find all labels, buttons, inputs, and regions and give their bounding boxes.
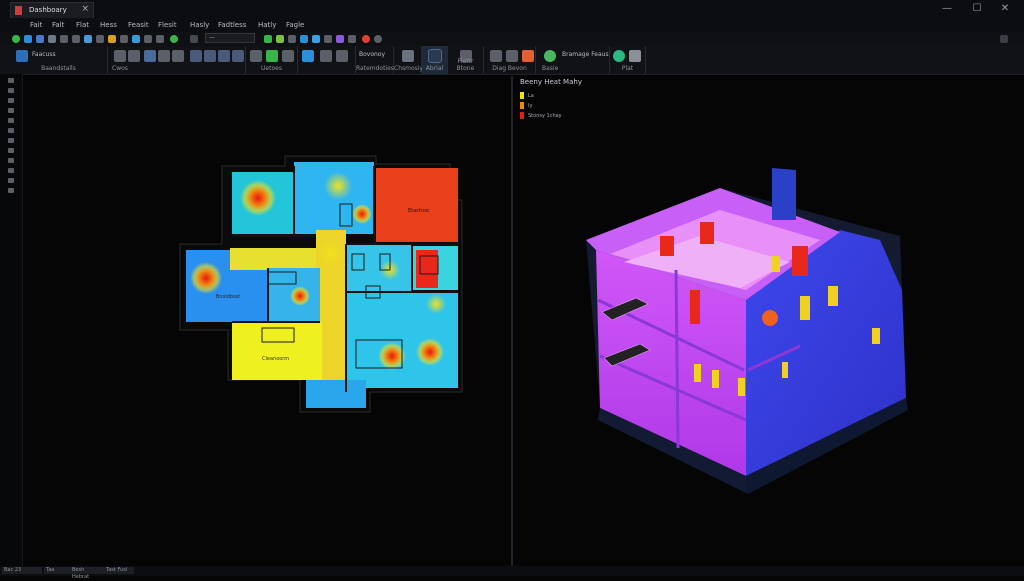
status-item[interactable]: Taa: [44, 567, 70, 574]
status-item[interactable]: Bac 23: [2, 567, 42, 574]
legend-entry: La: [520, 92, 534, 99]
legend-label: Iy: [528, 103, 533, 109]
status-item[interactable]: Tast Fusl: [104, 567, 134, 574]
heat-spot: [416, 338, 444, 366]
heat-spot: [190, 262, 222, 294]
legend-label: Stonsy 1chay: [528, 113, 562, 119]
status-item[interactable]: Besh Hebrat: [70, 567, 104, 580]
status-bar: Bac 23 Taa Besh Hebrat Tast Fusl: [0, 566, 1024, 580]
building-3d-view[interactable]: [586, 168, 908, 494]
heat-spot: [316, 240, 344, 268]
viewport-divider[interactable]: [511, 76, 513, 566]
chimney: [772, 168, 796, 220]
heat-spot-3d: [762, 310, 778, 326]
heat-spot: [290, 286, 310, 306]
legend-entry: Stonsy 1chay: [520, 112, 562, 119]
heat-spot: [240, 180, 276, 216]
legend-label: La: [528, 93, 534, 99]
room-hot[interactable]: [376, 168, 458, 242]
legend-swatch: [520, 92, 524, 99]
legend-title: Beeny Heat Mahy: [520, 78, 582, 86]
heat-spot: [426, 294, 446, 314]
room-bottom[interactable]: [306, 380, 366, 408]
heat-spot: [324, 172, 352, 200]
legend-swatch: [520, 102, 524, 109]
room-label: Etastroo: [408, 208, 429, 214]
legend-swatch: [520, 112, 524, 119]
room-label: Bnsldbsst: [216, 294, 240, 300]
room-bottomleft[interactable]: [232, 322, 322, 380]
heat-spot: [352, 204, 372, 224]
room-label: Cleanoorm: [262, 356, 289, 362]
room-center-right[interactable]: [346, 244, 412, 292]
legend-entry: Iy: [520, 102, 532, 109]
